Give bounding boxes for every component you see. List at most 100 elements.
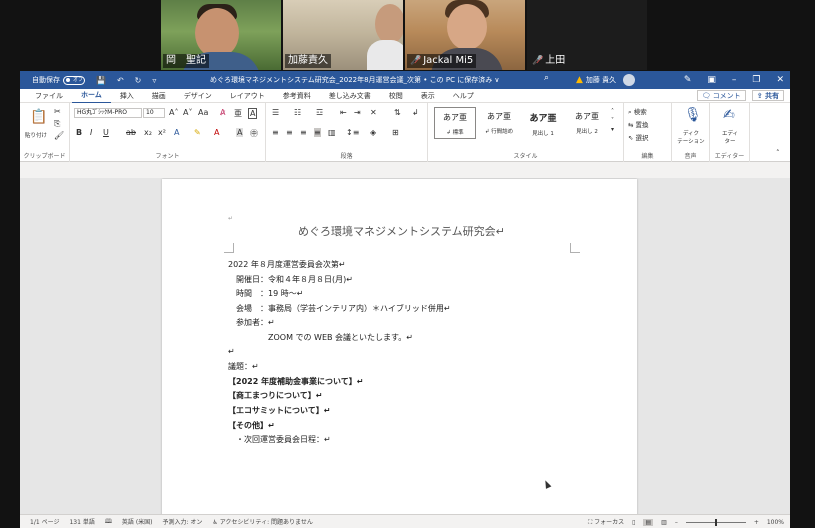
justify-icon[interactable]: ≡	[314, 128, 321, 137]
underline-icon[interactable]: U	[103, 128, 109, 137]
font-name-select[interactable]: HG丸ｺﾞｼｯｸM-PRO	[74, 108, 142, 118]
zoom-out-icon[interactable]: –	[675, 519, 678, 526]
word-count[interactable]: 131 単語	[69, 517, 94, 526]
distributed-icon[interactable]: ▥	[328, 128, 336, 137]
zoom-thumb[interactable]	[714, 518, 717, 526]
asian-layout-icon[interactable]: ✕	[370, 108, 377, 117]
autosave-toggle[interactable]: オフ	[63, 75, 85, 85]
style-heading-1[interactable]: あア亜 見出し 1	[522, 107, 564, 139]
video-tile[interactable]: 🎤̸ 上田	[527, 0, 647, 70]
collapse-ribbon-icon[interactable]: ˄	[776, 149, 780, 157]
change-case-icon[interactable]: Aa	[198, 108, 208, 117]
bold-icon[interactable]: B	[76, 128, 82, 137]
undo-icon[interactable]: ↶	[117, 76, 124, 85]
tab-design[interactable]: デザイン	[175, 89, 221, 103]
char-shading-icon[interactable]: A	[236, 128, 244, 137]
autosave[interactable]: 自動保存 オフ 💾 ↶ ↻ ▿	[20, 75, 156, 85]
tab-mailings[interactable]: 差し込み文書	[320, 89, 380, 103]
styles-scroll-icon[interactable]: ˄ ˅ ▾	[611, 107, 614, 134]
style-normal[interactable]: あア亜 ↲ 標準	[434, 107, 476, 139]
read-mode-icon[interactable]: ▯	[632, 519, 635, 526]
find-button[interactable]: ⌕ 検索	[628, 106, 647, 117]
comment-button[interactable]: 🗨 コメント	[696, 90, 746, 101]
copy-icon[interactable]: ⎘	[54, 119, 60, 129]
phonetic-guide-icon[interactable]: 亜	[234, 108, 242, 119]
tab-layout[interactable]: レイアウト	[221, 89, 274, 103]
replace-button[interactable]: ⇆ 置換	[628, 119, 649, 129]
decrease-indent-icon[interactable]: ⇤	[340, 108, 347, 117]
line-spacing-icon[interactable]: ↕≡	[346, 128, 359, 137]
italic-icon[interactable]: I	[90, 128, 92, 137]
microphone-icon[interactable]: 🎙	[684, 107, 702, 123]
text-predictions[interactable]: 予測入力: オン	[163, 517, 203, 526]
zoom-in-icon[interactable]: +	[754, 519, 759, 526]
align-center-icon[interactable]: ≡	[286, 128, 293, 137]
tab-help[interactable]: ヘルプ	[444, 89, 483, 103]
numbering-icon[interactable]: ☷	[294, 108, 301, 117]
shrink-font-icon[interactable]: A˅	[183, 108, 192, 117]
tab-view[interactable]: 表示	[412, 89, 444, 103]
focus-button[interactable]: ⛶ フォーカス	[588, 517, 624, 527]
bullets-icon[interactable]: ☰	[272, 108, 279, 117]
customize-qat-icon[interactable]: ▿	[152, 76, 156, 85]
font-size-select[interactable]: 10	[143, 108, 165, 118]
strikethrough-icon[interactable]: ab	[126, 128, 136, 137]
minimize-icon[interactable]: –	[732, 71, 737, 89]
accessibility-status[interactable]: ♿ アクセシビリティ: 問題ありません	[212, 517, 312, 526]
language[interactable]: 英語 (米国)	[122, 517, 153, 526]
highlight-icon[interactable]: ✎	[194, 128, 201, 137]
grow-font-icon[interactable]: A˄	[169, 108, 178, 117]
paste-icon[interactable]: 📋	[30, 109, 47, 125]
print-layout-icon[interactable]: ▤	[643, 518, 654, 526]
style-no-spacing[interactable]: あア亜 ↲ 行間詰め	[478, 107, 520, 139]
proofing-icon[interactable]: 🕮	[105, 517, 112, 527]
multilevel-list-icon[interactable]: ☲	[316, 108, 323, 117]
clear-format-icon[interactable]: A̷	[220, 108, 225, 117]
tab-insert[interactable]: 挿入	[111, 89, 143, 103]
save-icon[interactable]: 💾	[96, 76, 106, 85]
char-border-icon[interactable]: A	[248, 108, 258, 119]
tab-home[interactable]: ホーム	[72, 88, 111, 104]
account-area[interactable]: ▲ 加藤 貴久	[576, 72, 636, 88]
increase-indent-icon[interactable]: ⇥	[354, 108, 361, 117]
select-button[interactable]: ⇖ 選択	[628, 132, 649, 142]
ribbon-display-icon[interactable]: ▣	[707, 71, 716, 89]
borders-icon[interactable]: ⊞	[392, 128, 399, 137]
search-icon[interactable]: ⌕	[544, 73, 549, 83]
tab-references[interactable]: 参考資料	[274, 89, 320, 103]
show-marks-icon[interactable]: ↲	[412, 108, 419, 117]
video-tile[interactable]: 🎤̸ Jackal Mi5	[405, 0, 525, 70]
close-icon[interactable]: ✕	[776, 71, 784, 89]
document-area[interactable]: ↵ めぐろ環境マネジメントシステム研究会↵ 2022 年８月度運営委員会次第↵ 開…	[20, 178, 790, 514]
editor-icon[interactable]: ✍	[723, 107, 735, 123]
share-button[interactable]: ⇪ 共有	[751, 90, 784, 101]
redo-icon[interactable]: ↻	[135, 76, 142, 85]
video-tile[interactable]: 岡 聖記	[161, 0, 281, 70]
ribbon-tabs: ファイル ホーム 挿入 描画 デザイン レイアウト 参考資料 差し込み文書 校閲…	[20, 88, 790, 104]
align-right-icon[interactable]: ≡	[300, 128, 307, 137]
tab-file[interactable]: ファイル	[26, 89, 72, 103]
cut-icon[interactable]: ✂	[54, 107, 61, 116]
zoom-slider[interactable]	[685, 518, 746, 526]
tab-draw[interactable]: 描画	[143, 89, 175, 103]
document-page[interactable]: ↵ めぐろ環境マネジメントシステム研究会↵ 2022 年８月度運営委員会次第↵ 開…	[162, 179, 637, 514]
tab-review[interactable]: 校閲	[380, 89, 412, 103]
restore-icon[interactable]: ❐	[752, 71, 760, 89]
document-title[interactable]: めぐろ環境マネジメントシステム研究会_2022年8月運営会議_次第 • この P…	[210, 71, 500, 89]
page-count[interactable]: 1/1 ページ	[30, 517, 59, 526]
sort-icon[interactable]: ⇅	[394, 108, 401, 117]
format-painter-icon[interactable]: 🖌	[54, 131, 64, 140]
align-left-icon[interactable]: ≡	[272, 128, 279, 137]
pen-icon[interactable]: ✎	[684, 71, 692, 89]
font-color-icon[interactable]: A	[214, 128, 219, 137]
video-tile[interactable]: 加藤責久	[283, 0, 403, 70]
enclose-char-icon[interactable]: ㊥	[250, 128, 258, 139]
text-effects-icon[interactable]: A	[174, 128, 179, 137]
avatar[interactable]	[623, 74, 636, 86]
subscript-icon[interactable]: x₂	[144, 128, 152, 137]
style-heading-2[interactable]: あア亜 見出し 2	[566, 107, 608, 139]
zoom-level[interactable]: 100%	[767, 519, 784, 526]
superscript-icon[interactable]: x²	[158, 128, 166, 137]
shading-icon[interactable]: ◈	[370, 128, 376, 137]
web-layout-icon[interactable]: ▥	[661, 519, 667, 526]
